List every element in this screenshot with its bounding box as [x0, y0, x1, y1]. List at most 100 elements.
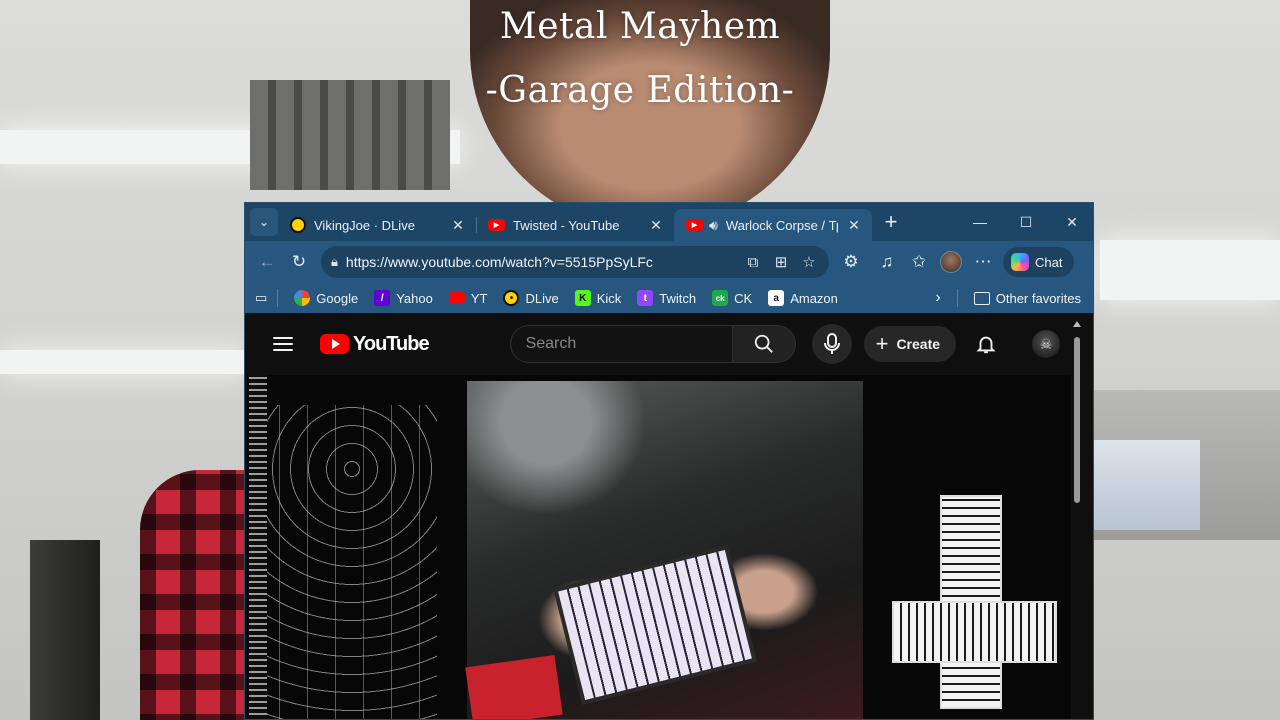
page-scrollbar[interactable]: [1071, 319, 1083, 719]
ck-icon: ck: [712, 290, 729, 306]
favorite-yahoo[interactable]: / Yahoo: [366, 285, 441, 311]
favorite-label: Kick: [596, 290, 622, 306]
tab-vikingjoe-dlive[interactable]: VikingJoe · DLive ✕: [278, 209, 476, 241]
youtube-icon: ▶: [488, 219, 505, 231]
address-bar[interactable]: 🔒︎ https://www.youtube.com/watch?v=5515P…: [321, 246, 829, 278]
favorite-kick[interactable]: K Kick: [567, 285, 630, 311]
reading-mode-icon[interactable]: ▭: [251, 285, 271, 311]
favorite-label: CK: [734, 290, 753, 306]
stream-title: Metal Mayhem: [499, 6, 781, 47]
create-button[interactable]: + Create: [863, 326, 957, 362]
search-placeholder: Search: [525, 335, 577, 352]
scroll-up-arrow-icon[interactable]: [1073, 321, 1081, 327]
app-available-icon[interactable]: ⊞: [767, 253, 795, 271]
tab-label: Warlock Corpse / Трупъ: [725, 217, 838, 233]
favorite-amazon[interactable]: a Amazon: [760, 285, 846, 311]
voice-search-button[interactable]: [811, 324, 852, 364]
storage-box: [1090, 440, 1200, 530]
favorite-label: YT: [470, 290, 488, 306]
more-options-icon[interactable]: ⋯: [967, 246, 999, 278]
window-controls: — ☐ ✕: [957, 203, 1093, 241]
favorite-ck[interactable]: ck CK: [704, 285, 760, 311]
twitch-icon: t: [637, 290, 654, 306]
favorite-label: Yahoo: [396, 290, 433, 306]
close-icon[interactable]: ✕: [450, 217, 466, 234]
search-icon: [754, 334, 773, 353]
close-window-button[interactable]: ✕: [1049, 203, 1093, 241]
tab-warlock-corpse[interactable]: ▶ 🔊︎ Warlock Corpse / Трупъ ✕: [674, 209, 872, 241]
address-url[interactable]: https://www.youtube.com/watch?v=5515PpSy…: [346, 254, 739, 270]
account-avatar[interactable]: ☠: [1032, 330, 1061, 358]
chevron-right-icon[interactable]: ›: [925, 289, 950, 307]
hamburger-menu-icon[interactable]: [273, 337, 293, 351]
inverted-cross-keyboard-art: [892, 495, 1057, 709]
video-player[interactable]: [247, 375, 1071, 719]
favorite-label: DLive: [525, 290, 559, 306]
refresh-icon[interactable]: ↻: [283, 246, 315, 278]
favorites-icon[interactable]: ✩: [903, 246, 935, 278]
video-red-device: [465, 655, 563, 719]
plus-icon: +: [875, 331, 889, 356]
yahoo-icon: /: [374, 290, 391, 306]
microphone-icon: [823, 333, 840, 354]
folder-icon: [973, 291, 990, 305]
avatar: [940, 251, 962, 273]
favorite-label: Twitch: [659, 290, 697, 306]
favorite-google[interactable]: Google: [286, 285, 366, 311]
tab-label: VikingJoe · DLive: [314, 217, 415, 233]
cross-horizontal: [892, 601, 1057, 663]
search-input[interactable]: Search: [509, 325, 732, 363]
notifications-bell-icon[interactable]: [974, 332, 998, 356]
other-favorites[interactable]: Other favorites: [966, 285, 1089, 311]
profile-avatar[interactable]: [935, 246, 967, 278]
dlive-icon: •: [503, 290, 520, 306]
minimize-button[interactable]: —: [957, 203, 1003, 241]
scrollbar-thumb[interactable]: [1074, 337, 1080, 503]
favorite-label: Google: [316, 290, 359, 306]
google-icon: [294, 290, 311, 306]
ceiling-light: [0, 350, 250, 374]
chat-label: Chat: [1035, 254, 1063, 270]
divider: [277, 289, 279, 307]
youtube-logo[interactable]: YouTube: [320, 332, 430, 356]
copilot-icon: [1011, 253, 1029, 271]
search-button[interactable]: [731, 325, 796, 363]
youtube-icon: ▶: [686, 219, 703, 231]
garage-items: [30, 540, 100, 720]
ceiling-light: [1100, 240, 1280, 300]
extensions-icon[interactable]: ⚙: [835, 246, 867, 278]
favorite-dlive[interactable]: • DLive: [495, 285, 566, 311]
site-info-icon[interactable]: 🔒︎: [331, 254, 338, 270]
speaker-icon[interactable]: 🔊︎: [709, 217, 718, 234]
tab-strip: ⌄ VikingJoe · DLive ✕ ▶ Twisted - YouTub…: [245, 203, 1093, 241]
divider: [956, 289, 958, 307]
close-icon[interactable]: ✕: [648, 217, 664, 234]
youtube-header: YouTube Search + Create ☠: [247, 315, 1083, 373]
star-icon[interactable]: ☆: [795, 253, 823, 271]
youtube-logo-text: YouTube: [353, 332, 430, 355]
tablet-icon: ▭: [255, 290, 268, 305]
favorite-twitch[interactable]: t Twitch: [629, 285, 704, 311]
kick-icon: K: [574, 290, 591, 306]
tab-label: Twisted - YouTube: [513, 217, 620, 233]
chevron-down-icon: ⌄: [258, 215, 270, 229]
tab-twisted-youtube[interactable]: ▶ Twisted - YouTube ✕: [476, 209, 674, 241]
favorites-bar: ▭ Google / Yahoo YT • DLive K Kick t Twi…: [245, 283, 1093, 313]
copilot-chat-button[interactable]: Chat: [1003, 247, 1075, 277]
translate-icon[interactable]: ⧉: [739, 254, 767, 271]
tab-actions-menu[interactable]: ⌄: [250, 208, 278, 236]
new-tab-button[interactable]: +: [876, 207, 906, 237]
maximize-button[interactable]: ☐: [1003, 203, 1049, 241]
youtube-play-icon: [320, 334, 349, 354]
video-art-border: [249, 375, 267, 719]
youtube-page: YouTube Search + Create ☠: [247, 315, 1083, 719]
media-control-icon[interactable]: ♫: [871, 246, 903, 278]
favorite-yt[interactable]: YT: [441, 285, 496, 311]
band-logo-art: [267, 405, 437, 719]
close-icon[interactable]: ✕: [846, 217, 862, 234]
other-favorites-label: Other favorites: [995, 290, 1081, 306]
browser-toolbar: ← ↻ 🔒︎ https://www.youtube.com/watch?v=5…: [245, 241, 1093, 283]
stream-subtitle: -Garage Edition-: [485, 70, 795, 111]
youtube-icon: [448, 292, 465, 304]
back-arrow-icon[interactable]: ←: [251, 246, 283, 278]
